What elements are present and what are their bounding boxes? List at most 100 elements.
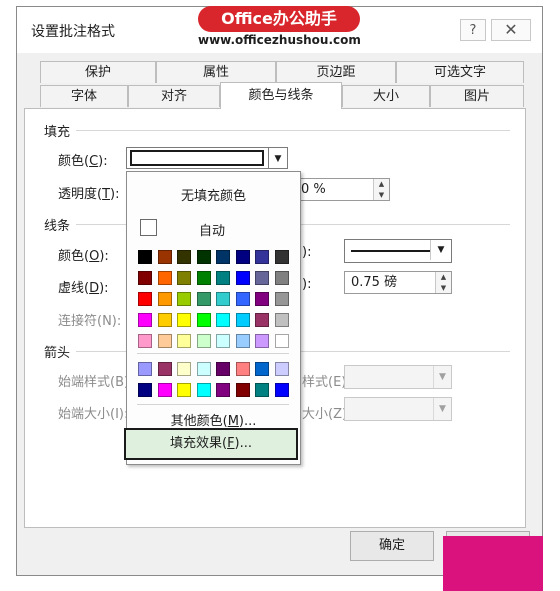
color-swatch[interactable] [196, 334, 211, 348]
end-size-dropdown: ▼ [344, 397, 452, 421]
color-swatch[interactable] [255, 271, 269, 285]
color-swatch[interactable] [274, 362, 289, 376]
color-swatch[interactable] [177, 313, 191, 327]
automatic-option[interactable]: 自动 [147, 220, 277, 239]
color-swatch[interactable] [157, 271, 172, 285]
spin-down-icon[interactable]: ▼ [436, 283, 451, 294]
color-swatch[interactable] [274, 250, 289, 264]
color-swatch[interactable] [255, 362, 269, 376]
color-swatch[interactable] [216, 313, 230, 327]
color-swatch[interactable] [177, 383, 191, 397]
palette-divider [137, 353, 289, 354]
line-weight-spinner[interactable]: ▲ ▼ [435, 272, 451, 293]
color-swatch[interactable] [196, 313, 211, 327]
watermark-badge: Office办公助手 [198, 6, 360, 32]
color-swatch[interactable] [157, 250, 172, 264]
line-style-arrow-icon[interactable]: ▼ [430, 240, 451, 260]
color-swatch[interactable] [255, 313, 269, 327]
color-swatch[interactable] [274, 383, 289, 397]
color-swatch[interactable] [255, 383, 269, 397]
color-swatch[interactable] [157, 334, 172, 348]
watermark-url: www.officezhushou.com [198, 33, 361, 47]
no-fill-option[interactable]: 无填充颜色 [127, 185, 300, 204]
fill-color-arrow-icon[interactable]: ▼ [268, 147, 288, 169]
transparency-spinner[interactable]: ▲ ▼ [373, 179, 389, 200]
color-swatch[interactable] [177, 292, 191, 306]
color-swatch[interactable] [274, 313, 289, 327]
color-swatch[interactable] [274, 292, 289, 306]
color-swatch[interactable] [196, 250, 211, 264]
color-swatch[interactable] [196, 383, 211, 397]
color-swatch[interactable] [196, 362, 211, 376]
connector-label: 连接符(N): [58, 314, 122, 329]
spin-up-icon[interactable]: ▲ [374, 179, 389, 190]
decorative-corner-bar [443, 536, 543, 591]
tab-properties[interactable]: 属性 [156, 61, 276, 83]
fill-divider [76, 130, 510, 131]
transparency-value: 0 % [301, 182, 326, 197]
color-swatch[interactable] [235, 383, 250, 397]
ok-button[interactable]: 确定 [350, 531, 434, 561]
tab-alt-text[interactable]: 可选文字 [396, 61, 524, 83]
tab-margins[interactable]: 页边距 [276, 61, 396, 83]
more-colors-option[interactable]: 其他颜色(M)... [127, 410, 300, 429]
color-swatch[interactable] [216, 383, 230, 397]
color-swatch[interactable] [177, 271, 191, 285]
color-swatch[interactable] [138, 362, 152, 376]
line-weight-label: W): [302, 277, 312, 292]
color-swatch[interactable] [157, 383, 172, 397]
color-swatch[interactable] [216, 292, 230, 306]
line-style-dropdown[interactable]: ▼ [344, 239, 452, 263]
color-swatch[interactable] [216, 334, 230, 348]
color-swatch[interactable] [138, 271, 152, 285]
color-swatch[interactable] [196, 271, 211, 285]
color-swatch[interactable] [235, 313, 250, 327]
fill-effects-option[interactable]: 填充效果(F)... [124, 428, 298, 460]
color-swatch[interactable] [216, 271, 230, 285]
color-swatch[interactable] [157, 313, 172, 327]
color-swatch[interactable] [157, 362, 172, 376]
spin-down-icon[interactable]: ▼ [374, 190, 389, 201]
color-swatch[interactable] [138, 334, 152, 348]
color-swatch[interactable] [235, 271, 250, 285]
spin-up-icon[interactable]: ▲ [436, 272, 451, 283]
color-swatch[interactable] [255, 292, 269, 306]
tab-picture[interactable]: 图片 [430, 85, 524, 107]
tab-font[interactable]: 字体 [40, 85, 128, 107]
color-swatch[interactable] [177, 334, 191, 348]
tab-size[interactable]: 大小 [342, 85, 430, 107]
color-swatch[interactable] [235, 292, 250, 306]
transparency-label: 透明度(T): [58, 187, 120, 202]
color-swatch[interactable] [157, 292, 172, 306]
tab-colors-lines[interactable]: 颜色与线条 [220, 82, 342, 109]
color-swatch[interactable] [274, 334, 289, 348]
tab-protection[interactable]: 保护 [40, 61, 156, 83]
line-style-sample [351, 250, 431, 252]
color-swatch[interactable] [216, 362, 230, 376]
color-swatch[interactable] [196, 292, 211, 306]
color-picker-popup: 无填充颜色 自动 其他颜色(M)... 填充效果(F)... [124, 171, 301, 465]
color-swatch[interactable] [235, 250, 250, 264]
color-swatch[interactable] [235, 362, 250, 376]
color-swatch[interactable] [138, 292, 152, 306]
more-colors-divider [137, 404, 289, 405]
color-swatch[interactable] [235, 334, 250, 348]
chevron-down-icon: ▼ [433, 398, 451, 420]
color-swatch[interactable] [274, 271, 289, 285]
color-swatch[interactable] [138, 313, 152, 327]
color-swatch[interactable] [216, 250, 230, 264]
color-swatch[interactable] [255, 250, 269, 264]
help-button[interactable]: ? [460, 19, 486, 41]
color-swatch[interactable] [138, 383, 152, 397]
color-swatch[interactable] [177, 250, 191, 264]
fill-color-dropdown[interactable] [126, 147, 288, 169]
color-swatch[interactable] [255, 334, 269, 348]
line-weight-value: 0.75 磅 [351, 275, 398, 290]
arrows-section-title: 箭头 [44, 346, 71, 361]
close-button[interactable]: ✕ [491, 19, 531, 41]
tab-alignment[interactable]: 对齐 [128, 85, 220, 107]
fill-color-swatch [130, 150, 264, 166]
color-swatch[interactable] [177, 362, 191, 376]
color-swatch[interactable] [138, 250, 152, 264]
line-color-label: 颜色(O): [58, 249, 109, 264]
